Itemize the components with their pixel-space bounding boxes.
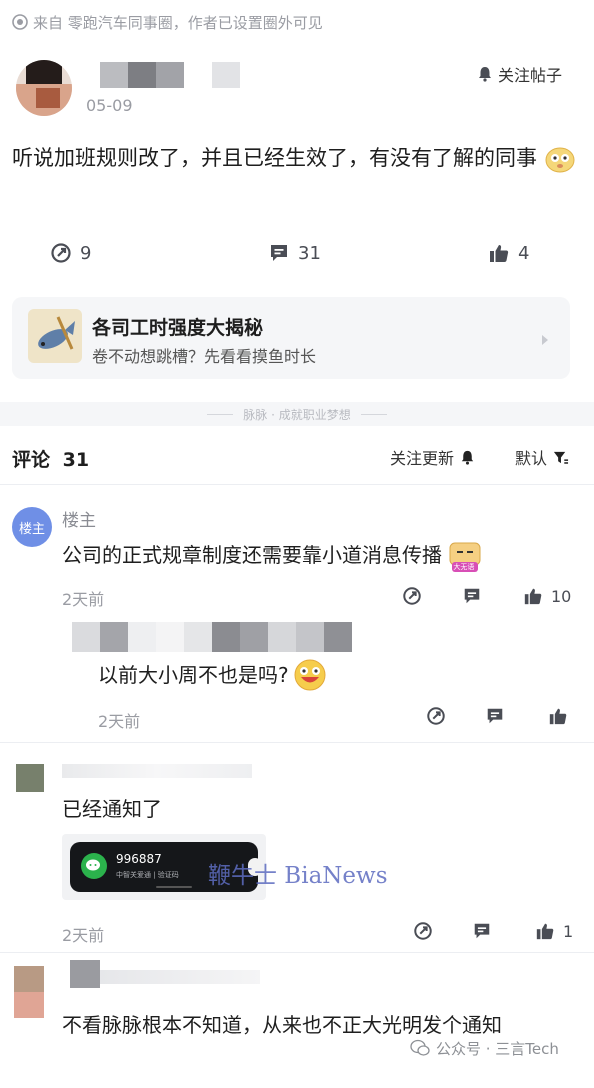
reply-share-button[interactable] <box>426 706 446 730</box>
comment-icon <box>474 923 490 939</box>
visibility-icon <box>12 14 28 30</box>
follow-post-label: 关注帖子 <box>498 66 563 85</box>
thumbs-up-icon <box>549 708 567 725</box>
otp-code: 996887 <box>116 852 162 866</box>
comment-like-button[interactable]: 1 <box>535 921 573 941</box>
like-action[interactable]: 4 <box>488 240 529 266</box>
filter-icon <box>552 449 569 466</box>
wechat-watermark: 公众号 · 三言Tech <box>410 1037 559 1059</box>
post-date: 05-09 <box>86 96 133 115</box>
chevron-right-icon <box>540 331 550 350</box>
op-avatar[interactable]: 楼主 <box>12 507 52 547</box>
bell-icon <box>459 449 476 466</box>
promo-fish-icon <box>28 309 82 363</box>
comment-icon <box>464 588 480 604</box>
sort-dropdown[interactable]: 默认 <box>515 446 569 468</box>
comment-author: 楼主 <box>62 511 96 531</box>
comment-item: 已经通知了 996887 中智关爱通 | 验证码 鞭牛士 BiaNews 2天前… <box>0 756 594 956</box>
speechless-sticker-icon: 大无语 <box>448 541 482 573</box>
comment-text: 公司的正式规章制度还需要靠小道消息传播 大无语 <box>62 538 582 573</box>
reply-text: 以前大小周不也是吗? <box>98 658 327 692</box>
share-icon <box>414 922 432 940</box>
thumbs-up-icon <box>536 923 554 940</box>
comments-title: 评论 <box>12 449 51 471</box>
comment-like-button[interactable]: 10 <box>523 586 571 606</box>
bianews-watermark: 鞭牛士 BiaNews <box>208 863 388 889</box>
slogan-text: 脉脉 · 成就职业梦想 <box>243 407 351 422</box>
grin-emoji-icon <box>293 658 327 692</box>
comment-icon <box>268 242 290 264</box>
promo-card[interactable]: 各司工时强度大揭秘 卷不动想跳槽？先看看摸鱼时长 <box>12 297 570 379</box>
reply-reply-button[interactable] <box>485 706 505 730</box>
reply-like-button[interactable] <box>548 706 568 730</box>
commenter-name-redacted <box>62 960 262 988</box>
wechat-logo-icon <box>410 1039 430 1057</box>
comments-count: 31 <box>62 449 90 471</box>
share-count: 9 <box>80 242 92 264</box>
thumbs-up-icon <box>524 588 542 605</box>
source-text: 来自 零跑汽车同事圈，作者已设置圈外可见 <box>33 13 323 32</box>
reply-time: 2天前 <box>98 712 141 731</box>
follow-updates-button[interactable]: 关注更新 <box>390 446 476 468</box>
wechat-bubble-icon <box>80 852 108 884</box>
commenter-name-redacted <box>62 764 252 778</box>
share-icon <box>427 707 445 725</box>
follow-updates-label: 关注更新 <box>390 449 455 468</box>
comment-share-button[interactable] <box>413 921 433 945</box>
comment-action[interactable]: 31 <box>268 240 321 266</box>
comment-count: 31 <box>298 242 321 264</box>
follow-post-button[interactable]: 关注帖子 <box>476 63 562 85</box>
post-text: 听说加班规则改了，并且已经生效了，有没有了解的同事 <box>12 146 537 170</box>
comment-reply-button[interactable] <box>462 586 482 610</box>
comment-item: 不看脉脉根本不知道，从来也不正大光明发个通知 <box>0 958 594 1088</box>
comment-like-count: 10 <box>551 586 572 606</box>
share-icon <box>403 587 421 605</box>
sort-label: 默认 <box>515 449 548 468</box>
op-avatar-label: 楼主 <box>18 521 45 537</box>
comment-time: 2天前 <box>62 590 105 609</box>
promo-title: 各司工时强度大揭秘 <box>92 317 264 339</box>
promo-subtitle: 卷不动想跳槽？先看看摸鱼时长 <box>92 347 317 366</box>
post-content: 听说加班规则改了，并且已经生效了，有没有了解的同事 <box>12 140 582 176</box>
reply-author-redacted <box>72 622 354 652</box>
commenter-avatar[interactable] <box>14 966 44 1018</box>
comment-time: 2天前 <box>62 926 105 945</box>
otp-sender: 中智关爱通 | 验证码 <box>116 871 179 879</box>
share-icon <box>50 242 72 264</box>
source-bar: 来自 零跑汽车同事圈，作者已设置圈外可见 <box>12 12 323 32</box>
commenter-avatar[interactable] <box>16 764 44 792</box>
wechat-watermark-text: 公众号 · 三言Tech <box>436 1039 559 1058</box>
slogan-band: 脉脉 · 成就职业梦想 <box>0 402 594 426</box>
like-count: 4 <box>518 242 530 264</box>
sticker-caption: 大无语 <box>453 562 475 571</box>
comments-heading: 评论 31 <box>12 445 89 472</box>
comment-text: 已经通知了 <box>62 797 162 821</box>
share-action[interactable]: 9 <box>50 240 91 266</box>
comment-icon <box>487 708 503 724</box>
author-name-redacted <box>100 62 240 88</box>
comment-item: 楼主 楼主 公司的正式规章制度还需要靠小道消息传播 大无语 2天前 10 以前大… <box>0 500 594 740</box>
bell-icon <box>476 65 494 83</box>
comment-share-button[interactable] <box>402 586 422 610</box>
emoji-sticker-icon <box>544 144 576 174</box>
author-avatar[interactable] <box>16 60 72 116</box>
comment-reply-button[interactable] <box>472 921 492 945</box>
comment-like-count: 1 <box>563 921 574 941</box>
thumbs-up-icon <box>488 242 510 264</box>
